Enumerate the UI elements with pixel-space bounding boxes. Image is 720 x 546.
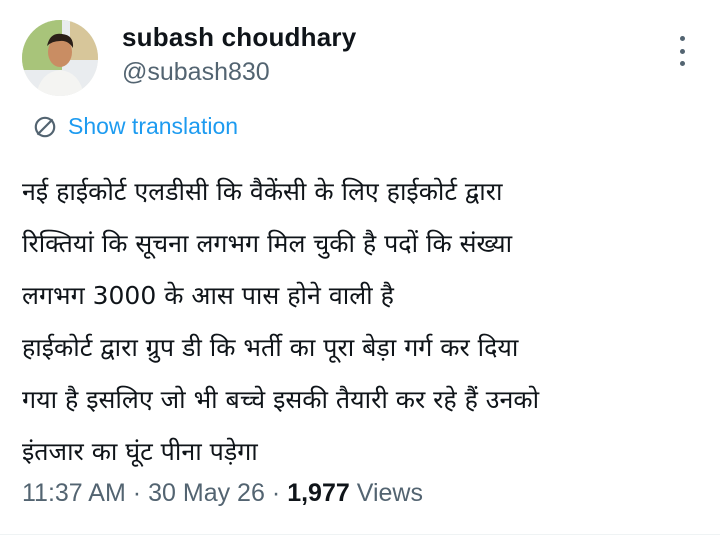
more-vertical-icon bbox=[679, 36, 685, 41]
show-translation-button[interactable]: Show translation bbox=[32, 113, 238, 140]
views-label[interactable]: Views bbox=[350, 479, 423, 508]
tweet-time[interactable]: 11:37 AM bbox=[22, 479, 126, 508]
author-handle[interactable]: @subash830 bbox=[122, 58, 270, 87]
tweet-line: हाईकोर्ट द्वारा ग्रुप डी कि भर्ती का पूर… bbox=[22, 333, 519, 362]
author-name[interactable]: subash choudhary bbox=[122, 22, 356, 53]
tweet-date[interactable]: 30 May 26 bbox=[148, 479, 265, 508]
meta-separator: · bbox=[271, 479, 281, 507]
tweet-line: रिक्तियां कि सूचना लगभग मिल चुकी है पदों… bbox=[22, 229, 513, 258]
tweet-line: लगभग 3000 के आस पास होने वाली है bbox=[22, 281, 394, 310]
tweet-meta: 11:37 AM · 30 May 26 · 1,977 Views bbox=[22, 479, 423, 508]
divider bbox=[0, 534, 720, 535]
translate-icon bbox=[34, 116, 56, 137]
tweet-line: गया है इसलिए जो भी बच्चे इसकी तैयारी कर … bbox=[22, 385, 540, 414]
show-translation-label: Show translation bbox=[68, 113, 239, 139]
avatar-image bbox=[22, 20, 98, 96]
tweet-line: इंतजार का घूंट पीना पड़ेगा bbox=[22, 437, 258, 466]
tweet-line: नई हाईकोर्ट एलडीसी कि वैकेंसी के लिए हाई… bbox=[22, 177, 503, 206]
more-options-button[interactable] bbox=[672, 36, 692, 66]
tweet-text: नई हाईकोर्ट एलडीसी कि वैकेंसी के लिए हाई… bbox=[22, 166, 712, 478]
meta-separator: · bbox=[132, 479, 142, 507]
views-count[interactable]: 1,977 bbox=[287, 479, 350, 508]
avatar[interactable] bbox=[22, 20, 98, 96]
